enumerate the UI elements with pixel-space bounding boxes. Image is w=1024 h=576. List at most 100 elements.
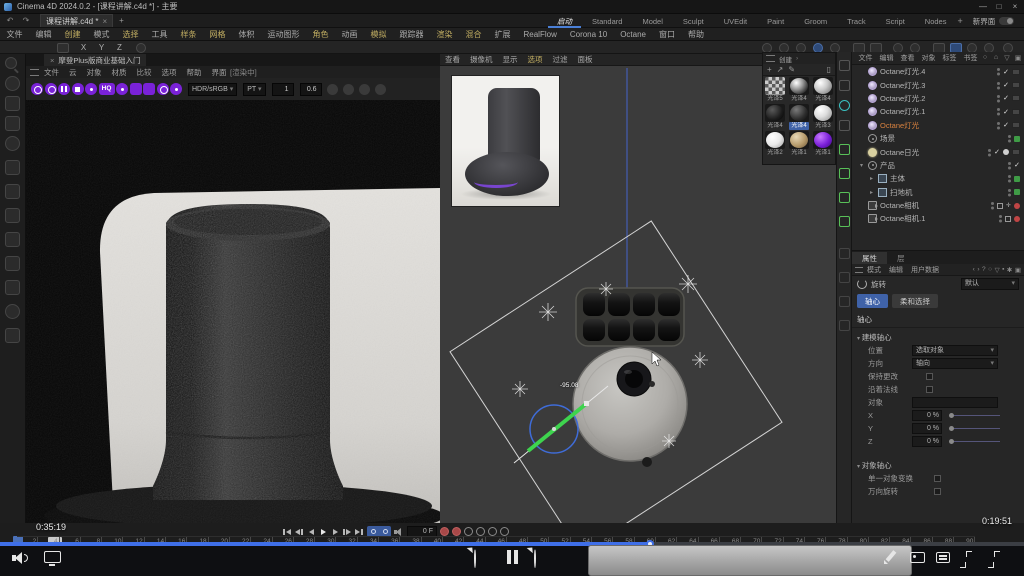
next-key-button[interactable] <box>343 527 352 536</box>
document-tab[interactable]: 课程讲解.c4d * <box>40 14 113 27</box>
material-swatch[interactable]: 光泽3 <box>811 103 835 130</box>
object-row[interactable]: Octane日光 <box>852 145 1024 158</box>
visibility-dots[interactable] <box>997 82 1000 85</box>
gimbal-checkbox[interactable] <box>934 488 941 495</box>
octane-menu-item[interactable]: 界面 <box>207 67 232 78</box>
axis-mode-button[interactable]: 轴心 <box>857 294 888 308</box>
octane-menu-item[interactable]: 云 <box>64 67 82 78</box>
subsample-icon[interactable] <box>359 84 370 95</box>
settings-icon[interactable] <box>31 83 43 95</box>
coordinates-icon[interactable] <box>57 43 69 53</box>
attribute-menu-item[interactable]: 编辑 <box>885 265 907 275</box>
new-ui-toggle[interactable] <box>999 17 1014 25</box>
group-object-axis[interactable]: 对象轴心 <box>852 456 1024 472</box>
object-menu-item[interactable]: 文件 <box>855 53 876 63</box>
target-tag[interactable] <box>1006 202 1011 209</box>
material-tag[interactable] <box>1012 149 1020 155</box>
object-menu-item[interactable]: 书签 <box>960 53 981 63</box>
octane-menu-item[interactable]: 帮助 <box>182 67 207 78</box>
menu-item[interactable]: Octane <box>614 30 653 39</box>
object-row[interactable]: Octane相机 <box>852 199 1024 212</box>
note-edit-icon[interactable] <box>884 551 897 564</box>
visibility-dots[interactable] <box>997 68 1000 71</box>
display-tag[interactable] <box>1014 176 1020 182</box>
workspace-tab[interactable]: Paint <box>758 15 793 28</box>
object-row[interactable]: ▾产品 <box>852 159 1024 172</box>
single-transform-checkbox[interactable] <box>934 475 941 482</box>
panel-icon[interactable] <box>1015 266 1021 274</box>
visibility-dots[interactable] <box>1008 175 1011 178</box>
axis-y-value[interactable]: 0 % <box>912 423 942 434</box>
light-icon[interactable] <box>839 296 850 307</box>
add-material-icon[interactable] <box>767 65 772 75</box>
visibility-dots[interactable] <box>1008 162 1011 165</box>
record-position-button[interactable] <box>452 527 461 536</box>
region-render-icon[interactable] <box>116 83 128 95</box>
hamburger-icon[interactable] <box>855 267 863 273</box>
viewport-menu-item[interactable]: 面板 <box>573 54 598 65</box>
lock-resolution-icon[interactable] <box>327 84 338 95</box>
keep-changes-checkbox[interactable] <box>926 373 933 380</box>
viewport-solo-icon[interactable] <box>5 328 20 343</box>
group-modeling-axis[interactable]: 建模轴心 <box>852 328 1024 344</box>
array-icon[interactable] <box>839 168 850 179</box>
tab-layers[interactable]: 层 <box>887 252 915 264</box>
object-link-field[interactable] <box>912 397 998 408</box>
focus-picker-icon[interactable] <box>157 83 169 95</box>
object-row[interactable]: Octane灯光.3 <box>852 78 1024 91</box>
soft-selection-button[interactable]: 柔和选择 <box>892 294 938 308</box>
object-menu-item[interactable]: 标签 <box>939 53 960 63</box>
viewport-menu-item[interactable]: 显示 <box>498 54 523 65</box>
viewport-menu-item[interactable]: 过滤 <box>548 54 573 65</box>
live-selection-icon[interactable] <box>5 76 20 91</box>
record-param-button[interactable] <box>488 527 497 536</box>
enabled-check-icon[interactable] <box>1003 94 1009 102</box>
clay-mode-icon[interactable] <box>343 84 354 95</box>
octane-camera-tag[interactable] <box>1014 216 1020 222</box>
search-icon[interactable] <box>981 54 989 62</box>
workspace-tab[interactable]: 启动 <box>548 15 581 28</box>
axis-lock-x[interactable]: X <box>78 42 89 53</box>
menu-item[interactable]: 样条 <box>174 29 203 40</box>
screenshot-icon[interactable] <box>910 552 925 563</box>
visibility-dots[interactable] <box>999 215 1002 218</box>
goto-start-button[interactable] <box>283 527 292 536</box>
rewind-icon[interactable] <box>474 549 476 568</box>
enabled-check-icon[interactable] <box>1003 121 1009 129</box>
enabled-check-icon[interactable] <box>1003 81 1009 89</box>
sound-icon[interactable] <box>394 528 404 536</box>
samples-field[interactable]: 1 <box>272 83 294 96</box>
spline-pen-icon[interactable] <box>839 60 850 71</box>
axis-x-value[interactable]: 0 % <box>912 410 942 421</box>
minimize-button[interactable] <box>976 1 990 12</box>
material-tag[interactable] <box>1012 95 1020 101</box>
menu-item[interactable]: 体积 <box>232 29 261 40</box>
gamma-field[interactable]: 0.6 <box>300 83 322 96</box>
stop-render-icon[interactable] <box>72 83 84 95</box>
material-swatch[interactable]: 光泽2 <box>763 130 787 157</box>
display-tag[interactable] <box>1014 136 1020 142</box>
material-tag[interactable] <box>1012 109 1020 115</box>
octane-menu-item[interactable]: 比较 <box>132 67 157 78</box>
enabled-check-icon[interactable] <box>1003 68 1009 76</box>
polygons-mode-icon[interactable] <box>5 280 20 295</box>
object-row[interactable]: Octane灯光.2 <box>852 92 1024 105</box>
object-row[interactable]: Octane相机.1 <box>852 212 1024 225</box>
colorspace-select[interactable]: HDR/sRGB <box>188 83 237 96</box>
workspace-tab[interactable]: Standard <box>583 15 631 28</box>
redo-icon[interactable] <box>20 16 32 26</box>
material-tag[interactable] <box>1012 69 1020 75</box>
octane-menu-item[interactable]: 对象 <box>82 67 107 78</box>
miniplayer-icon[interactable] <box>44 551 61 563</box>
object-row[interactable]: 场景 <box>852 132 1024 145</box>
object-menu-item[interactable]: 编辑 <box>876 53 897 63</box>
workspace-tab[interactable]: Track <box>838 15 874 28</box>
menu-item[interactable]: 扩展 <box>488 29 517 40</box>
camera-target-icon[interactable] <box>839 272 850 283</box>
material-swatch[interactable]: 光泽1 <box>787 130 811 157</box>
deformer-icon[interactable] <box>839 216 850 227</box>
autokey-button[interactable] <box>440 527 449 536</box>
axis-z-slider[interactable] <box>950 441 1000 442</box>
rectangle-icon[interactable] <box>839 80 850 91</box>
menu-item[interactable]: 窗口 <box>653 29 682 40</box>
